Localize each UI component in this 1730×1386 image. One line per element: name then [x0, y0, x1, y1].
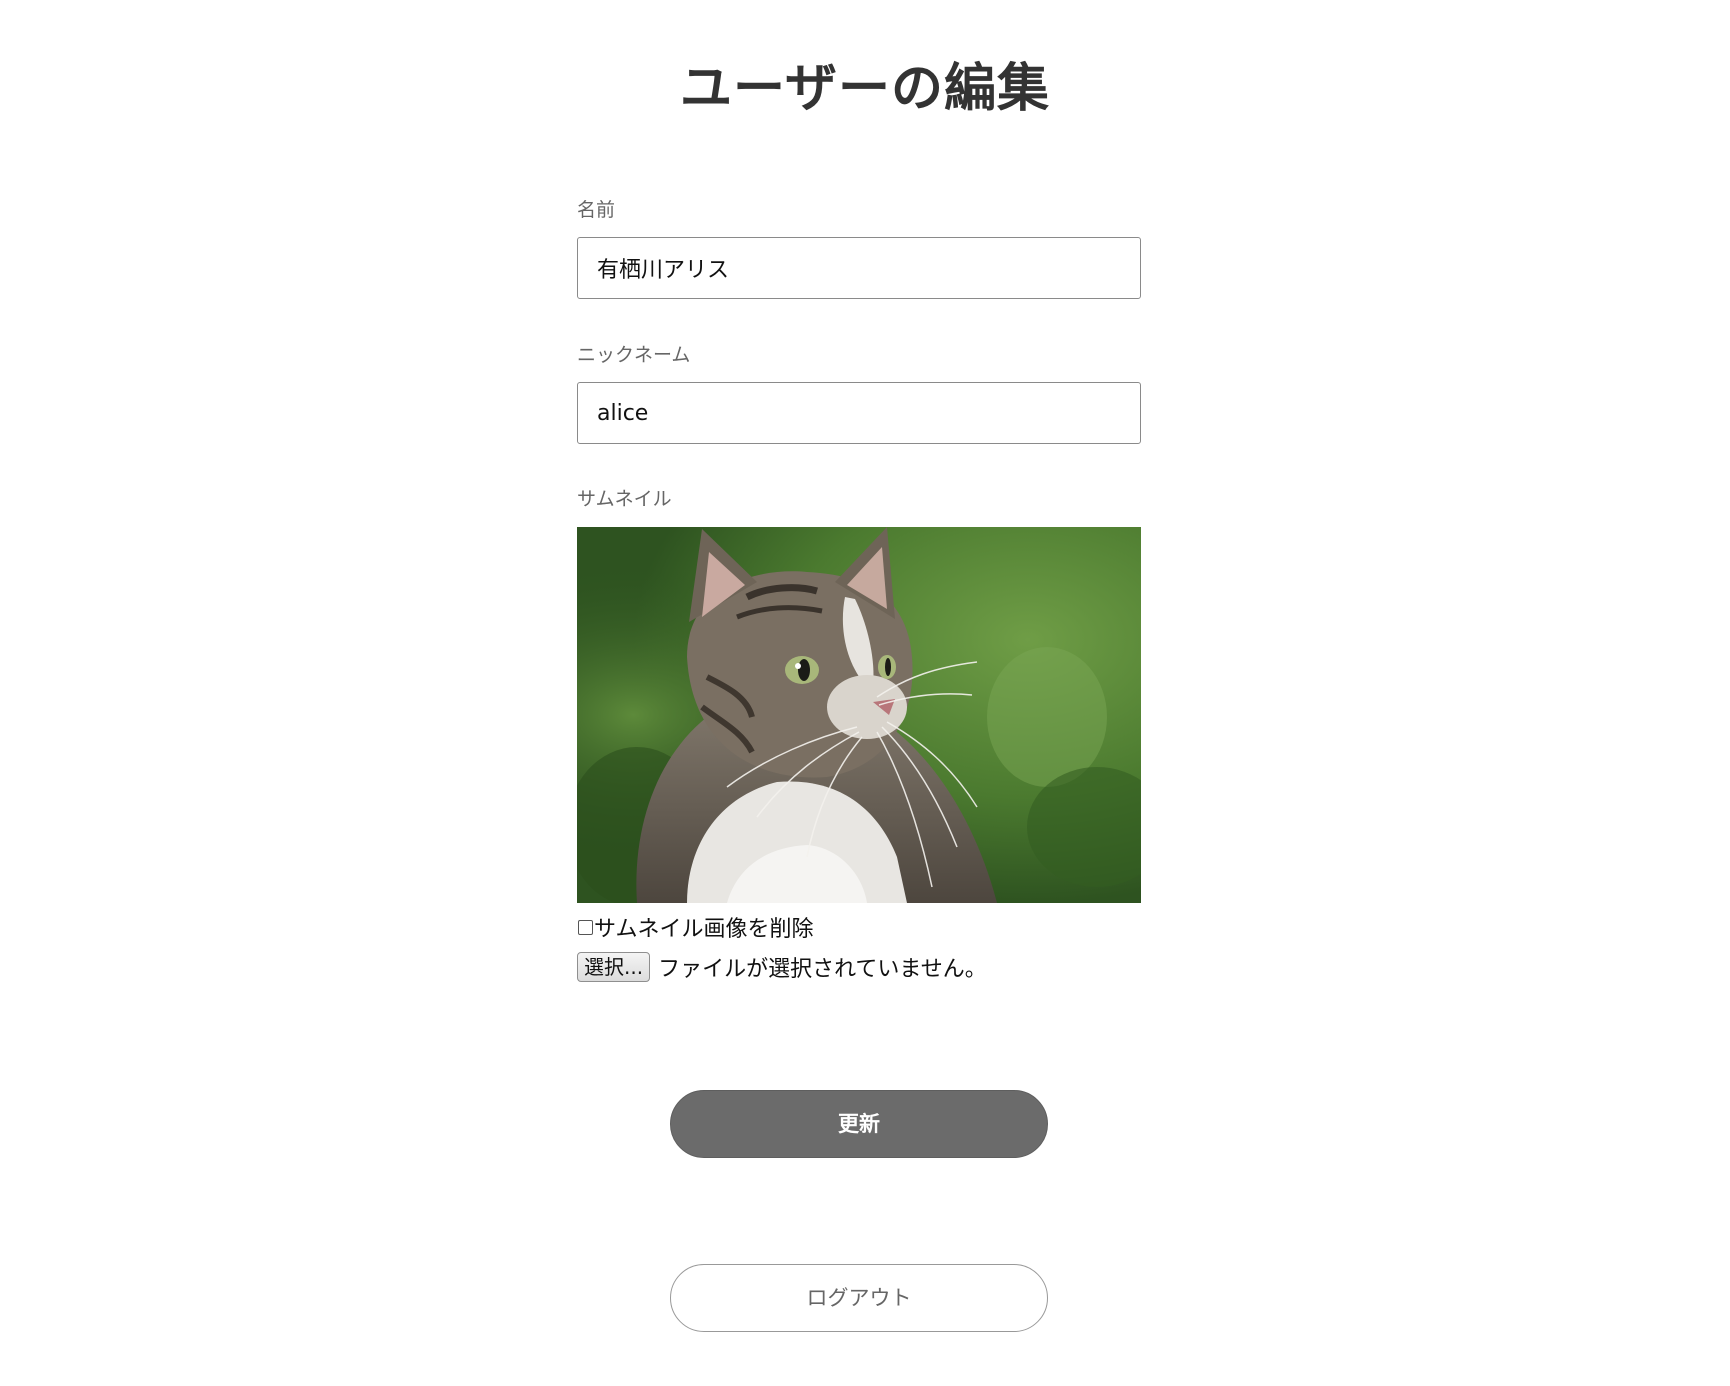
delete-thumbnail-label[interactable]: サムネイル画像を削除 [594, 911, 814, 943]
thumbnail-file-picker: 選択... ファイルが選択されていません。 [577, 951, 987, 982]
logout-button[interactable]: ログアウト [670, 1264, 1048, 1332]
name-input[interactable] [577, 237, 1141, 299]
nickname-input[interactable] [577, 382, 1141, 444]
thumbnail-label: サムネイル [577, 488, 672, 510]
delete-thumbnail-row[interactable]: サムネイル画像を削除 [577, 911, 814, 943]
page-title: ユーザーの編集 [680, 59, 1050, 119]
file-select-button[interactable]: 選択... [577, 951, 651, 982]
thumbnail-image [577, 527, 1141, 903]
nickname-label: ニックネーム [577, 344, 691, 366]
update-button[interactable]: 更新 [670, 1090, 1048, 1158]
delete-thumbnail-checkbox[interactable] [578, 919, 593, 935]
file-status-text: ファイルが選択されていません。 [658, 956, 987, 982]
name-label: 名前 [577, 199, 616, 221]
